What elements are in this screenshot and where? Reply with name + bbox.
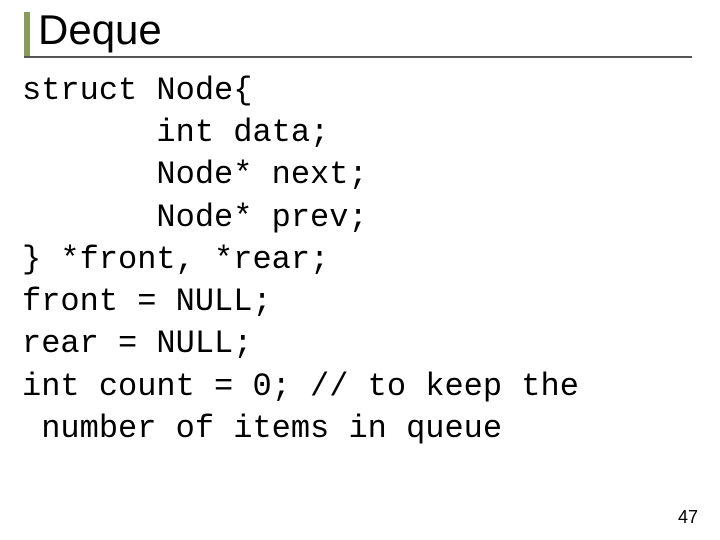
title-accent-bar [24, 12, 30, 56]
title-underline [24, 56, 692, 58]
code-line: int data; [22, 114, 329, 151]
title-area: Deque [38, 8, 690, 52]
code-block: struct Node{ int data; Node* next; Node*… [22, 70, 698, 450]
code-line: int count = 0; // to keep the [22, 368, 579, 405]
slide: Deque struct Node{ int data; Node* next;… [0, 0, 720, 540]
code-line: rear = NULL; [22, 325, 252, 362]
slide-title: Deque [38, 8, 690, 52]
code-line: Node* prev; [22, 199, 368, 236]
page-number: 47 [678, 507, 698, 528]
code-line: front = NULL; [22, 283, 272, 320]
code-line: Node* next; [22, 156, 368, 193]
code-line: } *front, *rear; [22, 241, 329, 278]
code-line: struct Node{ [22, 72, 252, 109]
code-line: number of items in queue [22, 410, 502, 447]
